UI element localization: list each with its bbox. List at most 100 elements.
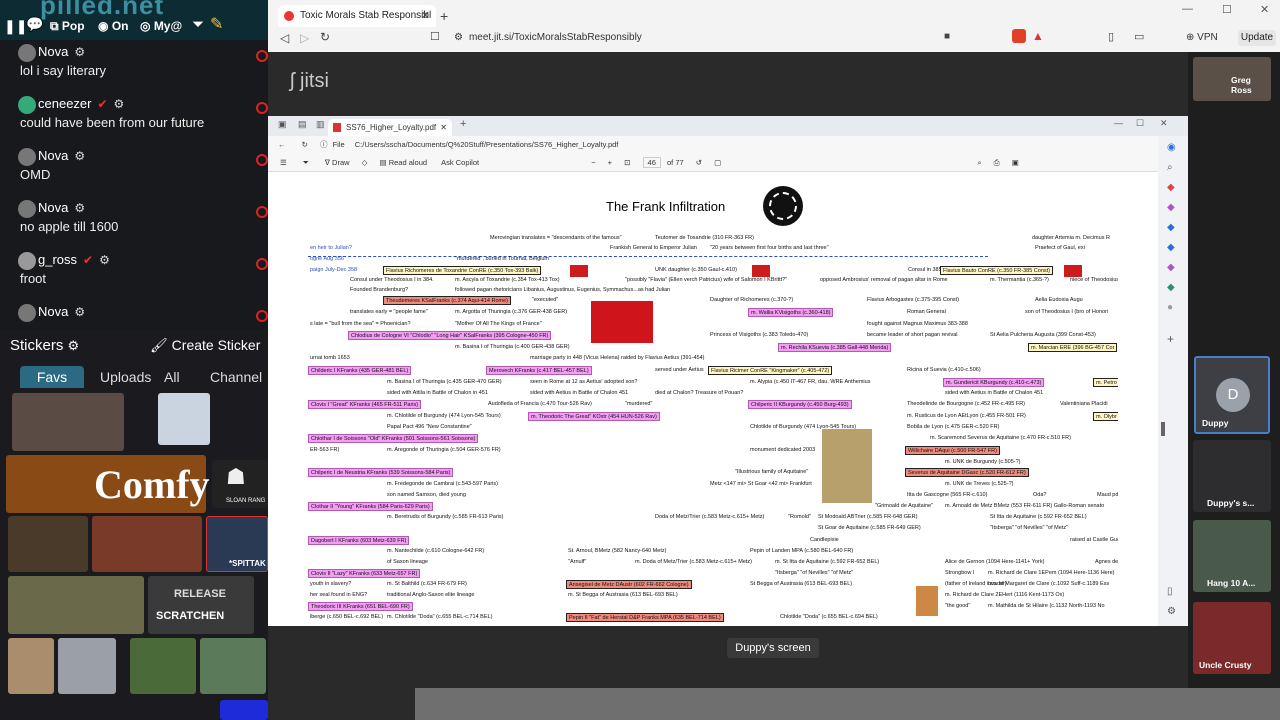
browser-tab[interactable]: Toxic Morals Stab Responsibl ✕ (278, 5, 436, 27)
maximize-icon[interactable]: ☐ (1222, 3, 1232, 16)
close-icon[interactable]: ✕ (440, 119, 447, 136)
reload-icon[interactable]: ↻ (320, 30, 330, 44)
tab-uploads[interactable]: Uploads (92, 366, 159, 388)
pdf-address-bar[interactable]: ← ↻ ⓘ File C:/Users/sscha/Documents/Q%20… (268, 136, 1188, 154)
reload-icon[interactable]: ↻ (302, 140, 308, 149)
gear-icon[interactable]: ⚙ (74, 149, 85, 163)
sidebar-toggle-icon[interactable]: ▯ (1167, 586, 1173, 597)
chat-username[interactable]: Nova ⚙ (38, 44, 85, 59)
brave-shield-icon[interactable] (1012, 29, 1026, 43)
sticker-item[interactable] (92, 516, 202, 572)
chat-bubble-icon[interactable]: 💬 (26, 16, 43, 33)
maximize-icon[interactable]: ☐ (1136, 118, 1144, 129)
chat-username[interactable]: ceneezer ✔ ⚙ (38, 96, 124, 111)
new-tab-button[interactable]: + (460, 118, 466, 130)
gear-icon[interactable]: ⚙ (99, 253, 110, 267)
page-number-input[interactable]: 46 (642, 157, 661, 168)
mentions-button[interactable]: ◎ My@ (140, 16, 182, 36)
create-sticker-button[interactable]: 🖌 Create Sticker (150, 337, 260, 354)
games-icon[interactable]: ◆ (1167, 202, 1175, 213)
pencil-icon[interactable]: ✎ (210, 14, 223, 34)
sticker-item[interactable] (220, 700, 268, 720)
sticker-item[interactable] (158, 393, 210, 445)
read-aloud-button[interactable]: ▤ Read aloud (380, 158, 428, 167)
zoom-in-icon[interactable]: + (608, 158, 612, 167)
sticker-item[interactable] (8, 638, 54, 694)
tools-icon[interactable]: ◆ (1167, 222, 1175, 233)
sticker-item[interactable]: *SPITTAK (206, 516, 268, 572)
gear-icon[interactable]: ⚙ (74, 201, 85, 215)
gear-icon[interactable]: ⚙ (74, 45, 85, 59)
popout-button[interactable]: ⧉ Pop (50, 16, 85, 36)
sticker-item[interactable] (58, 638, 116, 694)
sticker-item[interactable] (130, 638, 196, 694)
tab-channel[interactable]: Channel (202, 366, 268, 388)
tab-actions-icon[interactable]: ▤ (298, 119, 307, 130)
contents-icon[interactable]: ☰ (280, 158, 287, 167)
camera-icon[interactable]: ■ (944, 31, 950, 42)
designer-icon[interactable]: ◆ (1167, 262, 1175, 273)
draw-button[interactable]: ∇ Draw (325, 158, 350, 167)
search-icon[interactable]: ⌕ (1167, 162, 1173, 173)
rewards-icon[interactable]: ▲ (1032, 29, 1044, 43)
tab-all[interactable]: All (156, 366, 188, 388)
update-button[interactable]: Update (1238, 30, 1276, 46)
gear-icon[interactable]: ⚙ (114, 97, 125, 111)
filter-icon[interactable]: ⏷ (192, 16, 204, 33)
location-icon[interactable]: ● (1167, 302, 1173, 313)
filter-icon[interactable]: ⏷ (303, 158, 309, 167)
copilot-icon[interactable]: ◉ (1167, 142, 1176, 153)
sticker-item[interactable] (8, 576, 144, 634)
minimize-icon[interactable]: — (1114, 118, 1123, 128)
print-icon[interactable]: ⎙ (994, 158, 1000, 167)
close-icon[interactable]: ✕ (421, 5, 430, 27)
chat-username[interactable]: g_ross ✔ ⚙ (38, 252, 110, 267)
participant-tile[interactable]: D Duppy (1194, 356, 1270, 434)
site-info-icon[interactable]: ⚙ (454, 32, 463, 43)
pause-icon[interactable]: ❚❚ (4, 18, 27, 35)
participant-tile[interactable]: Greg Ross (1193, 57, 1271, 101)
vertical-tabs-icon[interactable]: ▥ (316, 119, 325, 130)
vpn-button[interactable]: ⊕ VPN (1186, 30, 1218, 46)
sticker-item[interactable]: Comfy (6, 455, 210, 513)
add-icon[interactable]: + (1167, 332, 1174, 346)
participant-tile[interactable]: Hang 10 A... (1193, 520, 1271, 592)
tab-favs[interactable]: Favs (20, 366, 84, 388)
participant-tile[interactable]: Duppy's s... (1193, 440, 1271, 512)
erase-icon[interactable]: ◇ (362, 158, 368, 167)
sticker-item[interactable] (8, 516, 88, 572)
ask-copilot-button[interactable]: Ask Copilot (441, 158, 479, 167)
pdf-tab[interactable]: SS76_Higher_Loyalty.pdf ✕ (328, 119, 452, 136)
sticker-item[interactable] (12, 393, 124, 451)
sticker-item[interactable]: ☗ SLOAN RANG (212, 460, 268, 508)
close-window-icon[interactable]: ✕ (1160, 118, 1168, 129)
gear-icon[interactable]: ⚙ (74, 305, 85, 319)
forward-icon[interactable]: ▷ (300, 31, 309, 45)
chat-username[interactable]: Nova ⚙ (38, 200, 85, 215)
wallet-icon[interactable]: ▭ (1134, 30, 1144, 43)
save-icon[interactable]: ▣ (1012, 158, 1019, 167)
shared-screen[interactable]: ▣ ▤ ▥ SS76_Higher_Loyalty.pdf ✕ + — ☐ ✕ … (268, 116, 1188, 626)
fit-page-icon[interactable]: ⊡ (624, 158, 630, 167)
chat-username[interactable]: Nova ⚙ (38, 148, 85, 163)
on-toggle[interactable]: ◉ On (98, 16, 128, 36)
workspaces-icon[interactable]: ▣ (278, 119, 287, 130)
participant-tile[interactable]: Uncle Crusty (1193, 602, 1271, 674)
close-window-icon[interactable]: ✕ (1260, 3, 1269, 16)
minimize-icon[interactable]: — (1182, 3, 1193, 15)
sticker-item[interactable]: RELEASE SCRATCHEN (148, 576, 254, 634)
search-icon[interactable]: ⌕ (977, 158, 981, 167)
sticker-item[interactable] (200, 638, 266, 694)
rotate-icon[interactable]: ↺ (696, 158, 702, 167)
scrollbar-thumb[interactable] (1161, 422, 1165, 436)
chat-username[interactable]: Nova ⚙ (38, 304, 85, 319)
gear-icon[interactable]: ⚙ (68, 338, 80, 353)
info-icon[interactable]: ⓘ (320, 140, 328, 149)
settings-icon[interactable]: ⚙ (1167, 606, 1176, 617)
shopping-icon[interactable]: ◆ (1167, 182, 1175, 193)
zoom-out-icon[interactable]: − (591, 158, 595, 167)
send-icon[interactable]: ◆ (1167, 282, 1175, 293)
sidebar-icon[interactable]: ▯ (1108, 30, 1114, 43)
back-icon[interactable]: ◁ (280, 31, 289, 45)
address-bar[interactable]: ⚙ meet.jit.si/ToxicMoralsStabResponsibly (438, 30, 1088, 46)
